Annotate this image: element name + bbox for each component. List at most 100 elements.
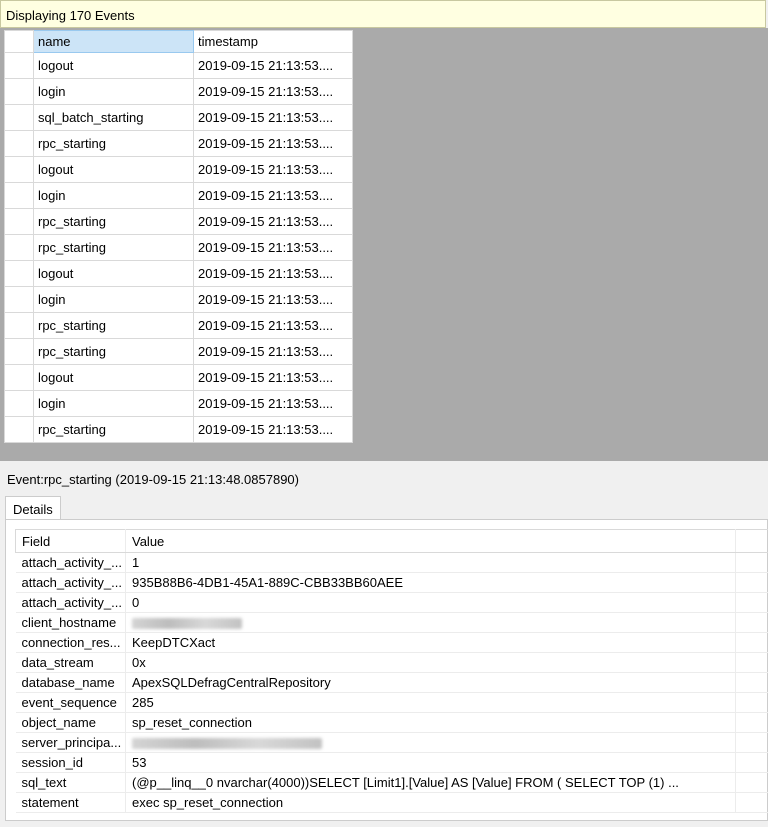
event-name-cell[interactable]: login [33,286,194,313]
detail-extra-cell [735,772,768,793]
event-name-cell[interactable]: rpc_starting [33,338,194,365]
row-header[interactable] [4,156,34,183]
row-header[interactable] [4,312,34,339]
row-header[interactable] [4,260,34,287]
event-name-cell[interactable]: logout [33,364,194,391]
event-name-cell[interactable]: rpc_starting [33,208,194,235]
row-header[interactable] [4,364,34,391]
event-timestamp-cell[interactable]: 2019-09-15 21:13:53.... [193,208,353,235]
table-row[interactable]: rpc_starting 2019-09-15 21:13:53.... [4,130,353,157]
event-timestamp-cell[interactable]: 2019-09-15 21:13:53.... [193,234,353,261]
event-timestamp-cell[interactable]: 2019-09-15 21:13:53.... [193,338,353,365]
row-header[interactable] [4,390,34,417]
table-row[interactable]: login 2019-09-15 21:13:53.... [4,78,353,105]
row-header[interactable] [4,208,34,235]
event-timestamp-cell[interactable]: 2019-09-15 21:13:53.... [193,130,353,157]
detail-field-cell: server_principa... [15,732,126,753]
row-header[interactable] [4,130,34,157]
detail-value-cell: 285 [125,692,736,713]
table-row[interactable]: rpc_starting 2019-09-15 21:13:53.... [4,208,353,235]
detail-row[interactable]: data_stream 0x [15,652,768,673]
detail-row[interactable]: event_sequence 285 [15,692,768,713]
detail-row[interactable]: attach_activity_... 1 [15,552,768,573]
detail-extra-cell [735,552,768,573]
detail-value-cell: KeepDTCXact [125,632,736,653]
event-name-cell[interactable]: rpc_starting [33,312,194,339]
table-row[interactable]: rpc_starting 2019-09-15 21:13:53.... [4,234,353,261]
event-name-cell[interactable]: login [33,78,194,105]
detail-value-cell: 0x [125,652,736,673]
event-name-cell[interactable]: sql_batch_starting [33,104,194,131]
row-header[interactable] [4,234,34,261]
event-timestamp-cell[interactable]: 2019-09-15 21:13:53.... [193,182,353,209]
column-header-timestamp[interactable]: timestamp [193,30,353,53]
detail-extra-cell [735,732,768,753]
table-row[interactable]: login 2019-09-15 21:13:53.... [4,390,353,417]
event-timestamp-cell[interactable]: 2019-09-15 21:13:53.... [193,390,353,417]
table-row[interactable]: logout 2019-09-15 21:13:53.... [4,156,353,183]
event-count-text: Displaying 170 Events [6,8,135,23]
detail-row[interactable]: database_name ApexSQLDefragCentralReposit… [15,672,768,693]
event-timestamp-cell[interactable]: 2019-09-15 21:13:53.... [193,78,353,105]
detail-field-cell: connection_res... [15,632,126,653]
row-header[interactable] [4,52,34,79]
event-timestamp-cell[interactable]: 2019-09-15 21:13:53.... [193,156,353,183]
table-row[interactable]: login 2019-09-15 21:13:53.... [4,182,353,209]
detail-row[interactable]: connection_res... KeepDTCXact [15,632,768,653]
event-timestamp-cell[interactable]: 2019-09-15 21:13:53.... [193,416,353,443]
detail-row[interactable]: server_principa... [15,732,768,753]
event-timestamp-cell[interactable]: 2019-09-15 21:13:53.... [193,104,353,131]
event-name-cell[interactable]: rpc_starting [33,234,194,261]
event-grid[interactable]: name timestamp logout 2019-09-15 21:13:53… [4,30,353,443]
table-row[interactable]: sql_batch_starting 2019-09-15 21:13:53...… [4,104,353,131]
event-name-cell[interactable]: rpc_starting [33,416,194,443]
event-timestamp-cell[interactable]: 2019-09-15 21:13:53.... [193,312,353,339]
row-header[interactable] [4,182,34,209]
event-name-cell[interactable]: logout [33,52,194,79]
row-header[interactable] [4,286,34,313]
column-header-name[interactable]: name [33,30,194,53]
event-timestamp-cell[interactable]: 2019-09-15 21:13:53.... [193,286,353,313]
detail-row[interactable]: sql_text (@p__linq__0 nvarchar(4000))SELE… [15,772,768,793]
details-table: Field Value attach_activity_... 1 attach_a… [15,529,768,813]
event-timestamp-cell[interactable]: 2019-09-15 21:13:53.... [193,52,353,79]
event-name-cell[interactable]: logout [33,156,194,183]
detail-row[interactable]: object_name sp_reset_connection [15,712,768,733]
detail-row[interactable]: attach_activity_... 935B88B6-4DB1-45A1-88… [15,572,768,593]
detail-row[interactable]: client_hostname [15,612,768,633]
event-name-cell[interactable]: login [33,182,194,209]
detail-row[interactable]: session_id 53 [15,752,768,773]
value-column-header[interactable]: Value [125,529,736,553]
event-name-cell[interactable]: rpc_starting [33,130,194,157]
detail-extra-cell [735,612,768,633]
field-column-header[interactable]: Field [15,529,126,553]
detail-row[interactable]: statement exec sp_reset_connection [15,792,768,813]
table-row[interactable]: rpc_starting 2019-09-15 21:13:53.... [4,338,353,365]
event-name-cell[interactable]: login [33,390,194,417]
event-timestamp-cell[interactable]: 2019-09-15 21:13:53.... [193,260,353,287]
row-header[interactable] [4,338,34,365]
table-row[interactable]: logout 2019-09-15 21:13:53.... [4,52,353,79]
detail-extra-cell [735,592,768,613]
table-row[interactable]: rpc_starting 2019-09-15 21:13:53.... [4,416,353,443]
extra-column-header [735,529,768,553]
tab-details[interactable]: Details [5,496,61,519]
event-name-cell[interactable]: logout [33,260,194,287]
detail-value-cell: ApexSQLDefragCentralRepository [125,672,736,693]
row-header[interactable] [4,416,34,443]
detail-row[interactable]: attach_activity_... 0 [15,592,768,613]
row-header[interactable] [4,78,34,105]
detail-field-cell: session_id [15,752,126,773]
detail-extra-cell [735,572,768,593]
detail-value-cell: 1 [125,552,736,573]
table-row[interactable]: rpc_starting 2019-09-15 21:13:53.... [4,312,353,339]
table-row[interactable]: login 2019-09-15 21:13:53.... [4,286,353,313]
detail-field-cell: database_name [15,672,126,693]
table-row[interactable]: logout 2019-09-15 21:13:53.... [4,260,353,287]
detail-field-cell: client_hostname [15,612,126,633]
table-row[interactable]: logout 2019-09-15 21:13:53.... [4,364,353,391]
event-timestamp-cell[interactable]: 2019-09-15 21:13:53.... [193,364,353,391]
detail-value-cell: exec sp_reset_connection [125,792,736,813]
row-header[interactable] [4,104,34,131]
detail-field-cell: attach_activity_... [15,592,126,613]
